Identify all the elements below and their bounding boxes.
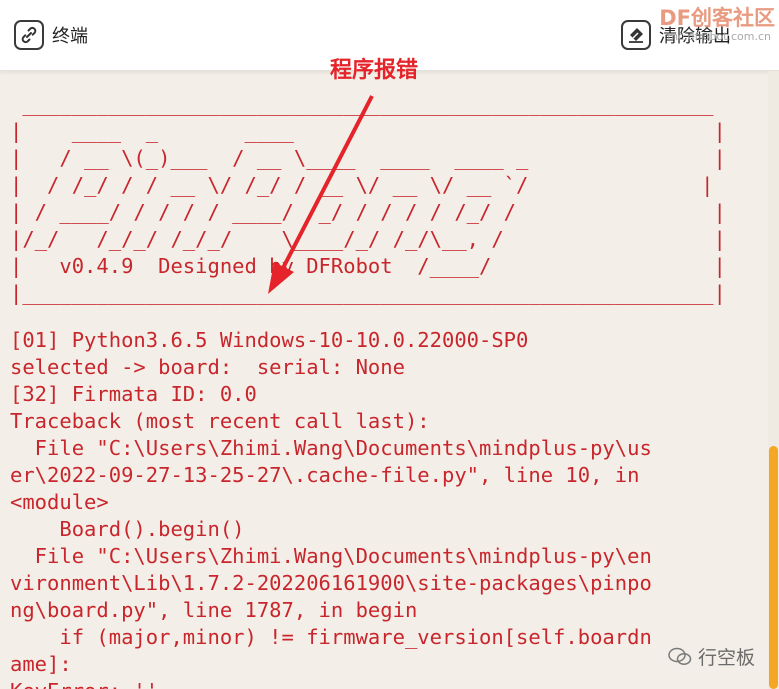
wechat-icon — [668, 647, 692, 665]
wechat-watermark: 行空板 — [668, 643, 755, 670]
wechat-watermark-text: 行空板 — [697, 647, 755, 669]
annotation-arrow-icon — [268, 95, 374, 294]
